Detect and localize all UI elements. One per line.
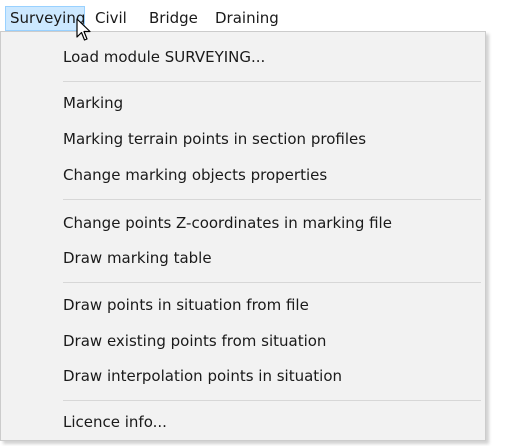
menu-item-draw-points-from-file[interactable]: Draw points in situation from file (2, 290, 484, 320)
menu-separator (63, 199, 481, 200)
surveying-dropdown-menu: Load module SURVEYING... Marking Marking… (0, 31, 486, 441)
menu-civil[interactable]: Civil (91, 6, 131, 31)
menu-separator (63, 400, 481, 401)
menu-separator (63, 282, 481, 283)
menu-item-draw-interpolation-points[interactable]: Draw interpolation points in situation (2, 361, 484, 391)
mouse-pointer-icon (76, 18, 91, 41)
menu-item-draw-marking-table[interactable]: Draw marking table (2, 243, 484, 273)
menu-draining[interactable]: Draining (211, 6, 283, 31)
menu-item-change-z-coordinates[interactable]: Change points Z-coordinates in marking f… (2, 208, 484, 238)
menu-item-load-module[interactable]: Load module SURVEYING... (2, 42, 484, 72)
menu-item-marking[interactable]: Marking (2, 88, 484, 118)
menu-item-licence-info[interactable]: Licence info... (2, 407, 484, 437)
menu-item-marking-terrain-points[interactable]: Marking terrain points in section profil… (2, 124, 484, 154)
menu-item-change-marking-properties[interactable]: Change marking objects properties (2, 160, 484, 190)
menu-surveying[interactable]: Surveying (5, 6, 85, 31)
menu-bridge[interactable]: Bridge (145, 6, 202, 31)
menu-item-draw-existing-points[interactable]: Draw existing points from situation (2, 326, 484, 356)
menu-separator (63, 81, 481, 82)
